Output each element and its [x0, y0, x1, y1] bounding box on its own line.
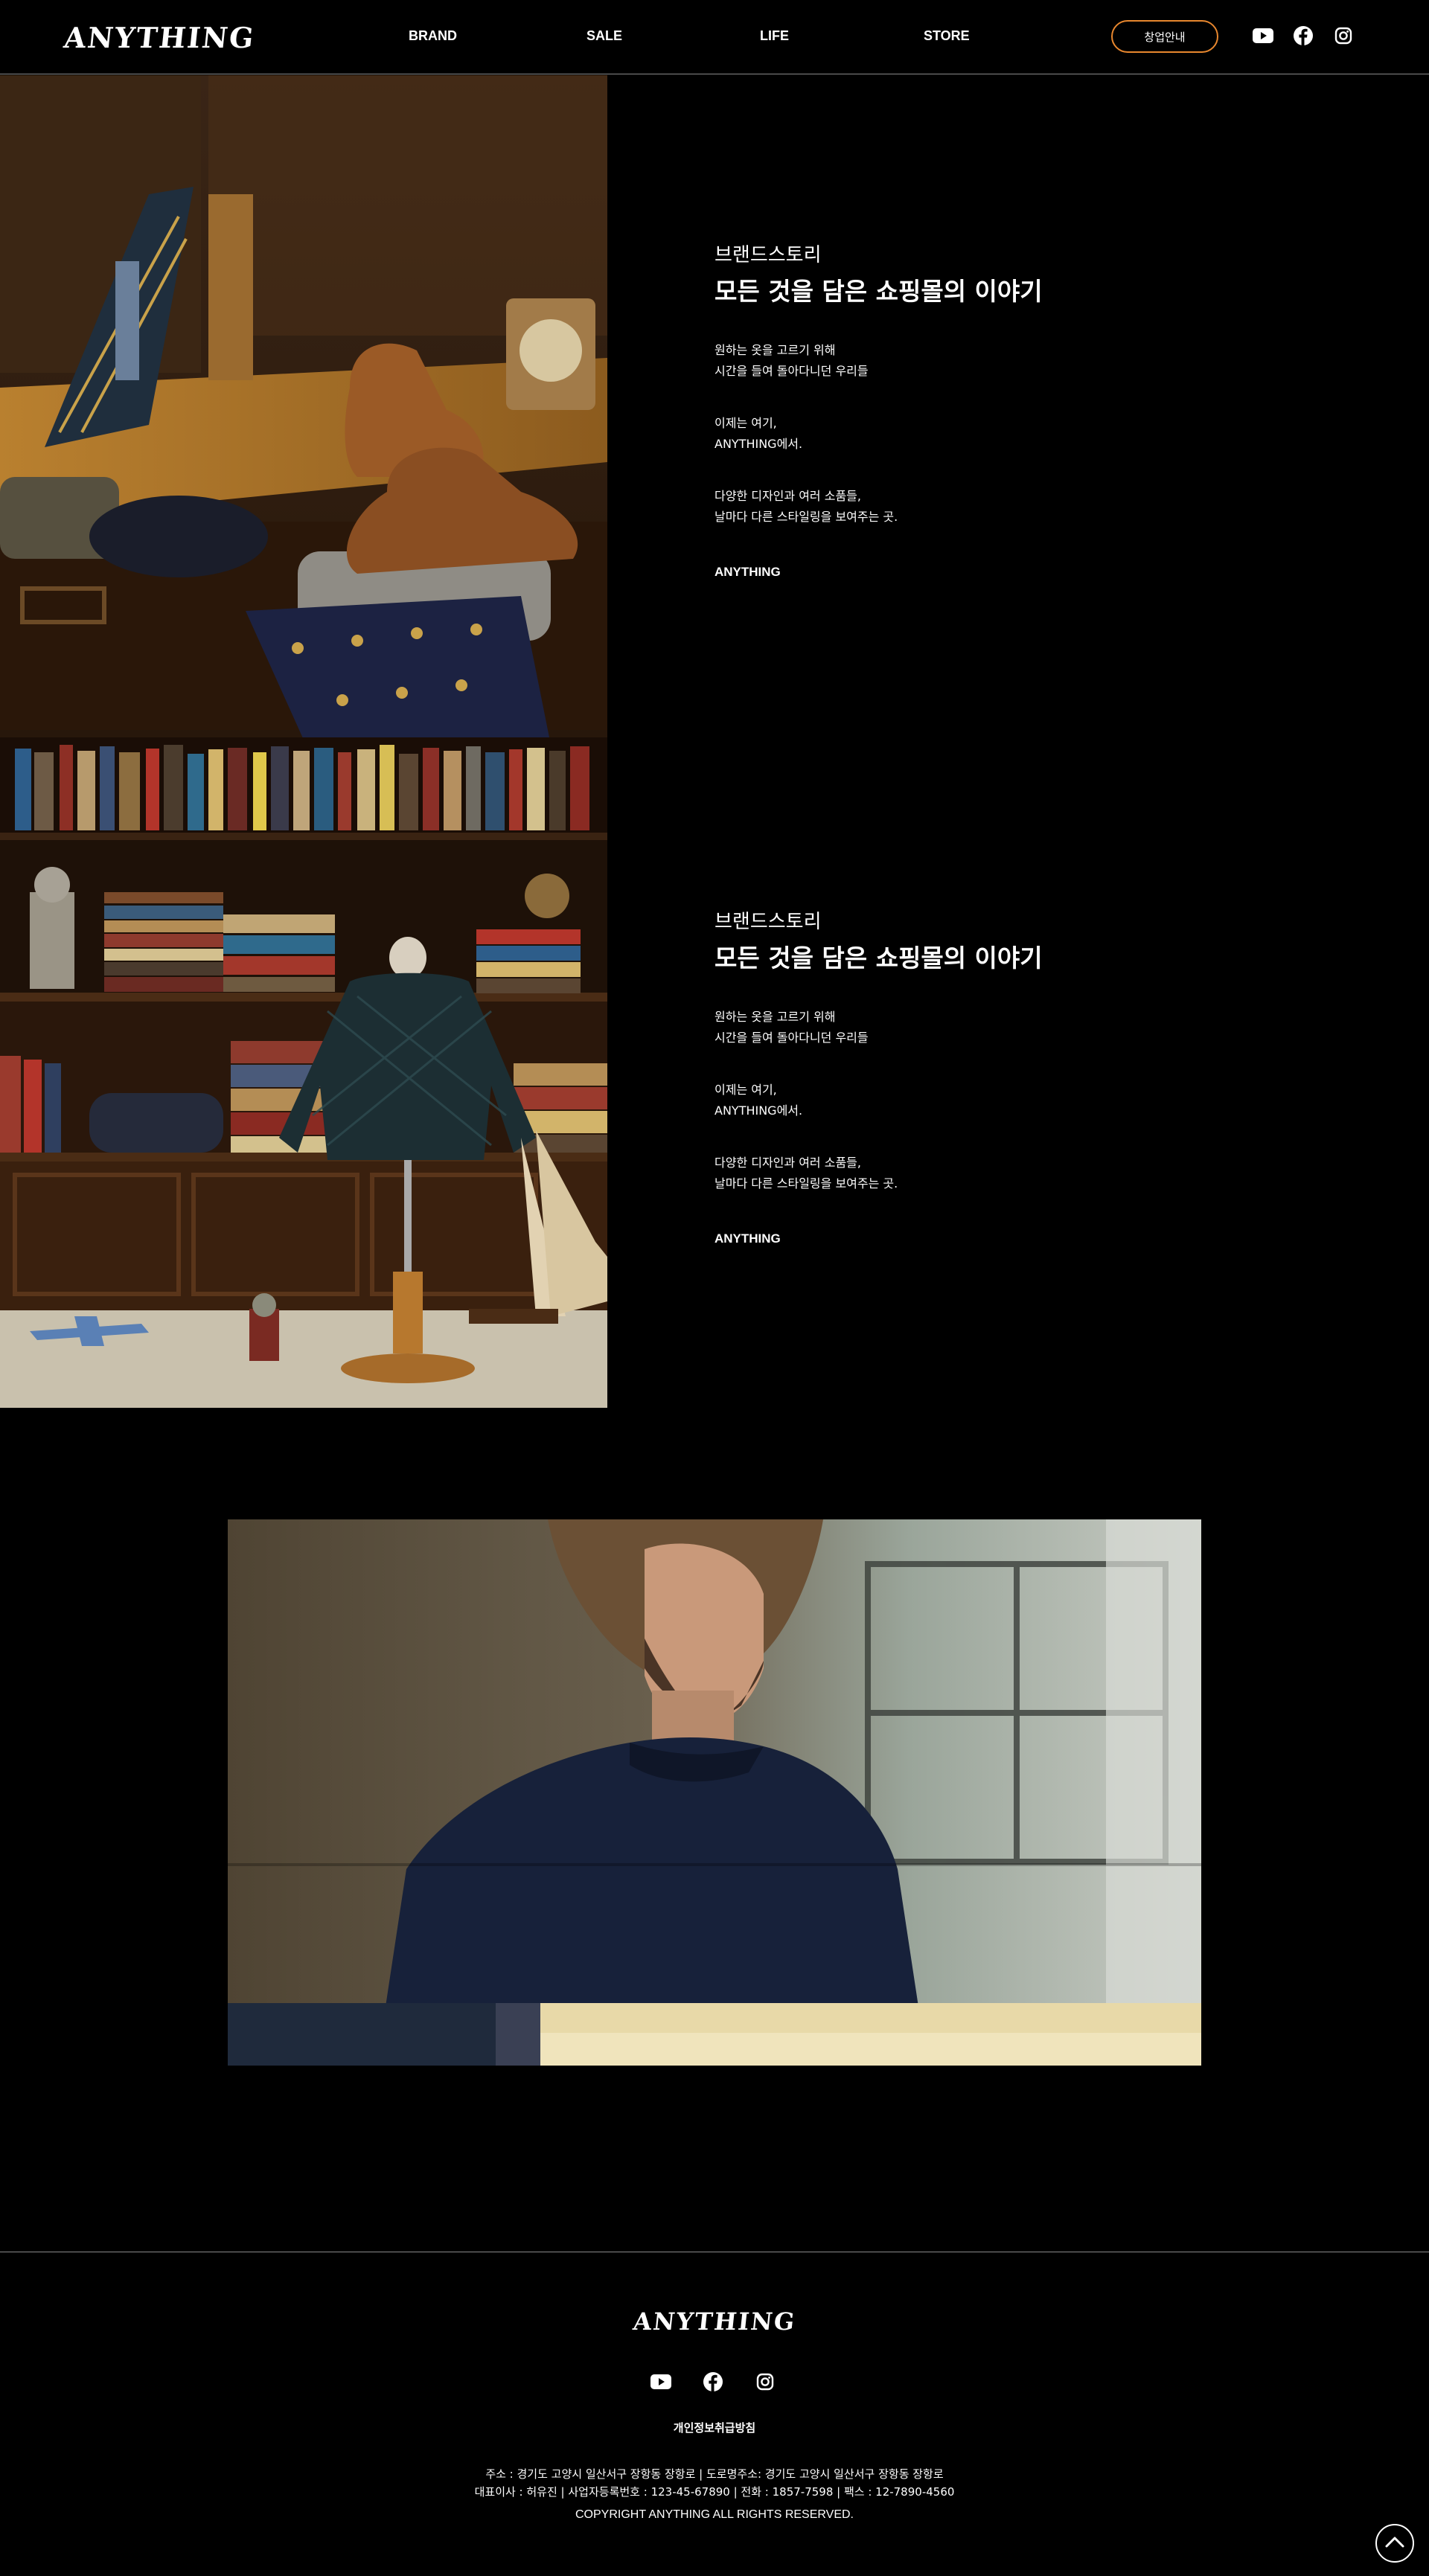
story-paragraph-1: 원하는 옷을 고르기 위해 시간을 들여 돌아다니던 우리들 [714, 343, 869, 378]
story-subtitle: 브랜드스토리 [714, 911, 822, 933]
story-paragraph-2: 이제는 여기, ANYTHING에서. [714, 1083, 803, 1118]
story-brand: ANYTHING [714, 1231, 781, 1246]
address-line: 주소 : 경기도 고양시 일산서구 장항동 장항로 | 도로명주소: 경기도 고… [485, 2467, 944, 2481]
site-footer: ANYTHING 개인정보취급방침 주소 : 경기도 고양시 일산서구 장항동 … [0, 2252, 1429, 2576]
story-text-2: 브랜드스토리 모든 것을 담은 쇼핑몰의 이야기 원하는 옷을 고르기 위해 시간… [714, 906, 1235, 1246]
youtube-icon[interactable] [650, 2371, 671, 2392]
scroll-to-top-button[interactable] [1375, 2524, 1414, 2563]
business-info-line: 대표이사 : 허유진 | 사업자등록번호 : 123-45-67890 | 전화… [474, 2485, 955, 2499]
header-social-links [1253, 25, 1354, 46]
youtube-icon[interactable] [1253, 25, 1273, 46]
nav-brand[interactable]: BRAND [409, 28, 457, 44]
site-header: ANYTHING BRAND SALE LIFE STORE 창업안내 [0, 0, 1429, 74]
franchise-button[interactable]: 창업안내 [1111, 20, 1218, 53]
instagram-icon[interactable] [755, 2371, 776, 2392]
footer-logo[interactable]: ANYTHING [0, 2307, 1429, 2336]
story-photo-2 [0, 840, 607, 1408]
privacy-policy-link[interactable]: 개인정보취급방침 [0, 2420, 1429, 2435]
story-title: 모든 것을 담은 쇼핑몰의 이야기 [714, 277, 1043, 306]
nav-sale[interactable]: SALE [586, 28, 622, 44]
story-paragraph-1: 원하는 옷을 고르기 위해 시간을 들여 돌아다니던 우리들 [714, 1010, 869, 1045]
story-text-1: 브랜드스토리 모든 것을 담은 쇼핑몰의 이야기 원하는 옷을 고르기 위해 시간… [714, 240, 1235, 580]
footer-social-links [650, 2371, 776, 2392]
facebook-icon[interactable] [1293, 25, 1314, 46]
nav-life[interactable]: LIFE [760, 28, 789, 44]
story-photo-1 [0, 75, 607, 840]
story-title: 모든 것을 담은 쇼핑몰의 이야기 [714, 943, 1043, 973]
copyright: COPYRIGHT ANYTHING ALL RIGHTS RESERVED. [575, 2508, 854, 2521]
story-paragraph-3: 다양한 디자인과 여러 소품들, 날마다 다른 스타일링을 보여주는 곳. [714, 489, 898, 524]
instagram-icon[interactable] [1333, 25, 1354, 46]
story-paragraph-2: 이제는 여기, ANYTHING에서. [714, 416, 803, 451]
story-paragraph-3: 다양한 디자인과 여러 소품들, 날마다 다른 스타일링을 보여주는 곳. [714, 1156, 898, 1191]
story-subtitle: 브랜드스토리 [714, 244, 822, 266]
company-info: 주소 : 경기도 고양시 일산서구 장항동 장항로 | 도로명주소: 경기도 고… [0, 2465, 1429, 2501]
nav-store[interactable]: STORE [924, 28, 970, 44]
story-brand: ANYTHING [714, 565, 781, 579]
facebook-icon[interactable] [703, 2371, 723, 2392]
chevron-up-icon [1385, 2536, 1404, 2551]
brand-video[interactable] [228, 1519, 1201, 2066]
